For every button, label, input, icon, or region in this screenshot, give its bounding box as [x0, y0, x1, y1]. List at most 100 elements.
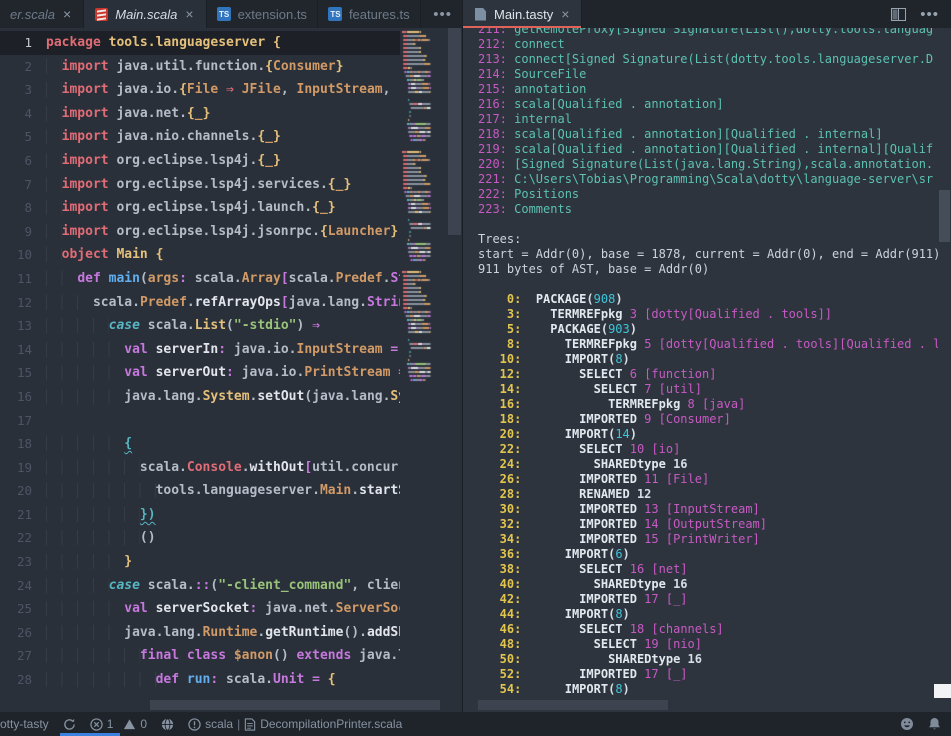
line-number: 18	[0, 432, 46, 456]
tasty-line: 28: RENAMED 12	[478, 487, 938, 502]
tasty-line: 44: IMPORT(8)	[478, 607, 938, 622]
tab-label: er.scala	[10, 7, 55, 22]
line-number: 9	[0, 220, 46, 244]
left-vertical-scrollbar[interactable]	[447, 28, 462, 712]
line-number: 26	[0, 621, 46, 645]
tab-main-scala[interactable]: Main.scala×	[84, 0, 206, 28]
editor-pane-tasty[interactable]: 211: getRemoteProxy[Signed Signature(Lis…	[463, 28, 951, 712]
tasty-line: 0: PACKAGE(908)	[478, 292, 938, 307]
tasty-line: 14: SELECT 7 [util]	[478, 382, 938, 397]
code-line: 19 scala.Console.withOut[util.concurr	[0, 456, 400, 480]
tab-label: Main.tasty	[494, 7, 553, 22]
git-branch-item[interactable]: otty-tasty	[0, 717, 49, 731]
line-number: 13	[0, 314, 46, 338]
tab-extension-ts[interactable]: TS extension.ts	[207, 0, 318, 28]
line-number: 23	[0, 550, 46, 574]
tasty-line: 50: SHAREDtype 16	[478, 652, 938, 667]
right-horizontal-scrollbar[interactable]	[478, 700, 668, 710]
minimap[interactable]	[400, 28, 447, 712]
tasty-line: 220: [Signed Signature(List(java.lang.St…	[478, 157, 938, 172]
tab-group-left: er.scala×Main.scala×TSextension.tsTSfeat…	[0, 0, 463, 28]
line-number: 21	[0, 503, 46, 527]
code-line: 25 val serverSocket: java.net.ServerSoc	[0, 597, 400, 621]
line-number: 3	[0, 78, 46, 102]
tasty-line: 24: SHAREDtype 16	[478, 457, 938, 472]
language-mode-item[interactable]: scala | DecompilationPrinter.scala	[188, 717, 402, 731]
tasty-line: 34: IMPORTED 15 [PrintWriter]	[478, 532, 938, 547]
tasty-line: 214: SourceFile	[478, 67, 938, 82]
tasty-line: 36: IMPORT(6)	[478, 547, 938, 562]
live-share-button[interactable]	[161, 718, 174, 731]
tasty-line: 20: IMPORT(14)	[478, 427, 938, 442]
tasty-line: 38: SELECT 16 [net]	[478, 562, 938, 577]
line-number: 11	[0, 267, 46, 291]
warning-icon	[123, 718, 136, 731]
scroll-corner	[934, 684, 951, 698]
tab-features-ts[interactable]: TSfeatures.ts	[318, 0, 421, 28]
right-vertical-scrollbar[interactable]	[938, 28, 951, 700]
tasty-line: 16: TERMREFpkg 8 [java]	[478, 397, 938, 412]
tasty-line: 40: SHAREDtype 16	[478, 577, 938, 592]
problems-item[interactable]: 1 0	[90, 717, 147, 731]
left-group-more-button[interactable]: •••	[423, 0, 462, 28]
code-line: 9 import org.eclipse.lsp4j.jsonrpc.{Laun…	[0, 220, 400, 244]
tasty-line	[478, 277, 938, 292]
feedback-button[interactable]	[900, 717, 914, 731]
more-actions-icon[interactable]: •••	[920, 6, 939, 23]
tasty-line: 12: SELECT 6 [function]	[478, 367, 938, 382]
code-line: 22 ()	[0, 526, 400, 550]
file-file-icon	[473, 7, 488, 22]
code-line: 5 import java.nio.channels.{_}	[0, 125, 400, 149]
tasty-line: 211: getRemoteProxy[Signed Signature(Lis…	[478, 28, 938, 37]
line-number: 17	[0, 409, 46, 433]
editor-pane-scala[interactable]: 1package tools.languageserver {2 import …	[0, 28, 463, 712]
tasty-line: 18: IMPORTED 9 [Consumer]	[478, 412, 938, 427]
tab-bar: er.scala×Main.scala×TSextension.tsTSfeat…	[0, 0, 951, 28]
code-line: 17	[0, 409, 400, 433]
code-line: 11 def main(args: scala.Array[scala.Pred…	[0, 267, 400, 291]
close-icon[interactable]: ×	[183, 7, 195, 21]
code-line: 18 {	[0, 432, 400, 456]
code-line: 2 import java.util.function.{Consumer}	[0, 55, 400, 79]
tasty-line: 52: IMPORTED 17 [_]	[478, 667, 938, 682]
line-number: 25	[0, 597, 46, 621]
split-editor-icon[interactable]	[891, 8, 906, 21]
code-line: 20 tools.languageserver.Main.startS	[0, 479, 400, 503]
tab-main-tasty[interactable]: Main.tasty ×	[463, 0, 582, 28]
sync-button[interactable]	[63, 718, 76, 731]
tasty-line: 221: C:\Users\Tobias\Programming\Scala\d…	[478, 172, 938, 187]
active-file-label: DecompilationPrinter.scala	[260, 717, 402, 731]
right-code-lines: 211: getRemoteProxy[Signed Signature(Lis…	[478, 28, 938, 700]
sync-icon	[63, 718, 76, 731]
editor-actions: •••	[879, 0, 951, 28]
code-line: 3 import java.io.{File ⇒ JFile, InputStr…	[0, 78, 400, 102]
error-count: 1	[107, 717, 114, 731]
line-number: 10	[0, 243, 46, 267]
bell-icon	[928, 717, 941, 731]
warning-count: 0	[140, 717, 147, 731]
tasty-line: 3: TERMREFpkg 3 [dotty[Qualified . tools…	[478, 307, 938, 322]
line-number: 24	[0, 574, 46, 598]
close-icon[interactable]: ×	[61, 7, 73, 21]
ts-file-icon: TS	[217, 7, 232, 22]
tab-label: extension.ts	[238, 7, 307, 22]
tab-label: features.ts	[349, 7, 410, 22]
close-icon[interactable]: ×	[559, 7, 571, 21]
code-line: 8 import org.eclipse.lsp4j.launch.{_}	[0, 196, 400, 220]
tasty-line: 32: IMPORTED 14 [OutputStream]	[478, 517, 938, 532]
tasty-line: 8: TERMREFpkg 5 [dotty[Qualified . tools…	[478, 337, 938, 352]
line-number: 6	[0, 149, 46, 173]
vscode-window: er.scala×Main.scala×TSextension.tsTSfeat…	[0, 0, 951, 736]
tab-er-scala[interactable]: er.scala ×	[0, 0, 84, 28]
globe-icon	[161, 718, 174, 731]
editor-split: 1package tools.languageserver {2 import …	[0, 28, 951, 712]
left-code-lines: 1package tools.languageserver {2 import …	[0, 28, 400, 712]
line-number: 28	[0, 668, 46, 692]
line-number: 4	[0, 102, 46, 126]
notifications-button[interactable]	[928, 717, 941, 731]
code-line: 6 import org.eclipse.lsp4j.{_}	[0, 149, 400, 173]
tasty-line: 5: PACKAGE(903)	[478, 322, 938, 337]
tasty-line: 218: scala[Qualified . annotation][Quali…	[478, 127, 938, 142]
smiley-icon	[900, 717, 914, 731]
left-horizontal-scrollbar[interactable]	[150, 700, 440, 710]
